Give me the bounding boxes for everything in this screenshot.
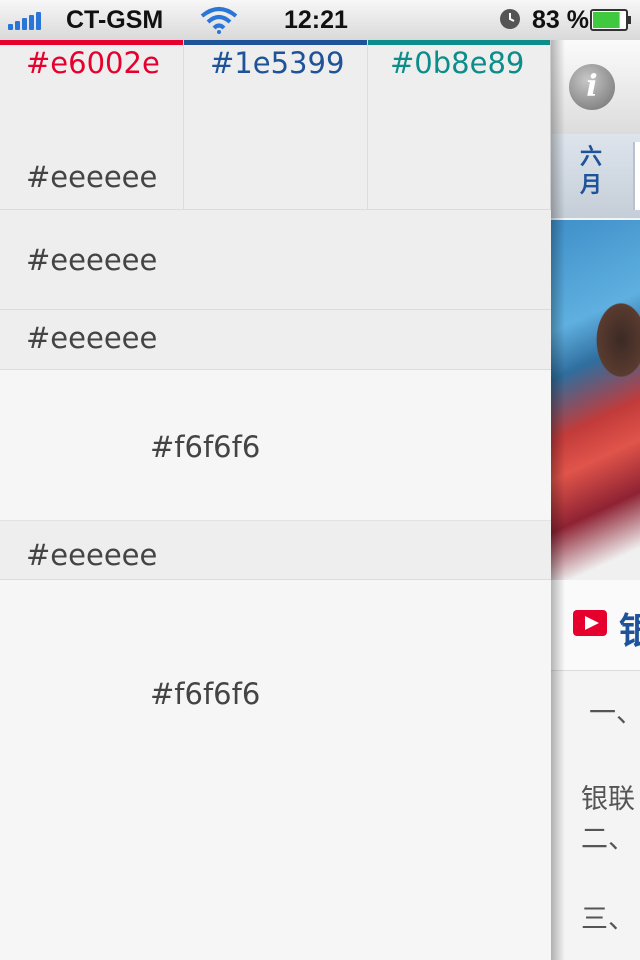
menu-section: #f6f6f6 [0, 370, 551, 520]
swatch-sub-label: #eeeeee [26, 160, 158, 194]
swatch-blue[interactable]: #1e5399 [184, 40, 368, 210]
battery-icon [590, 9, 631, 31]
article-line: 一、 [589, 698, 640, 729]
info-icon[interactable]: i [569, 64, 615, 110]
alarm-clock-icon [500, 9, 520, 29]
article-line: 二、 [581, 824, 635, 855]
menu-row[interactable]: #eeeeee [0, 520, 551, 580]
menu-section-label: #f6f6f6 [150, 677, 261, 711]
wifi-icon [200, 7, 238, 34]
swatch-teal[interactable]: #0b8e89 [368, 40, 551, 210]
carrier-name: CT-GSM [66, 6, 164, 34]
menu-section: #f6f6f6 [0, 580, 551, 960]
signal-strength-icon [8, 10, 48, 30]
color-swatch-row: #e6002e #eeeeee #1e5399 #0b8e89 [0, 40, 551, 210]
panel-shadow [551, 40, 565, 960]
menu-section-label: #f6f6f6 [150, 430, 261, 464]
article-line: 银联 [581, 784, 635, 815]
play-arrow-icon [573, 610, 607, 636]
swatch-red-bar [0, 40, 183, 45]
date-cell[interactable] [633, 142, 640, 210]
battery-percent: 83 % [532, 6, 589, 34]
menu-row-label: #eeeeee [26, 243, 158, 277]
side-menu: #e6002e #eeeeee #1e5399 #0b8e89 #eeeeee … [0, 40, 551, 960]
clock: 12:21 [284, 6, 348, 34]
menu-row-label: #eeeeee [26, 538, 158, 572]
swatch-blue-bar [184, 40, 367, 45]
swatch-teal-bar [368, 40, 550, 45]
swatch-blue-label: #1e5399 [210, 46, 345, 80]
section-heading-text: 银 [619, 611, 640, 652]
menu-row-label: #eeeeee [26, 321, 158, 355]
status-bar: CT-GSM 12:21 83 % [0, 0, 640, 40]
swatch-red-label: #e6002e [26, 46, 160, 80]
article-line: 三、 [581, 904, 635, 935]
menu-row[interactable]: #eeeeee [0, 210, 551, 310]
menu-row[interactable]: #eeeeee [0, 310, 551, 370]
swatch-teal-label: #0b8e89 [390, 46, 525, 80]
swatch-red[interactable]: #e6002e #eeeeee [0, 40, 184, 210]
